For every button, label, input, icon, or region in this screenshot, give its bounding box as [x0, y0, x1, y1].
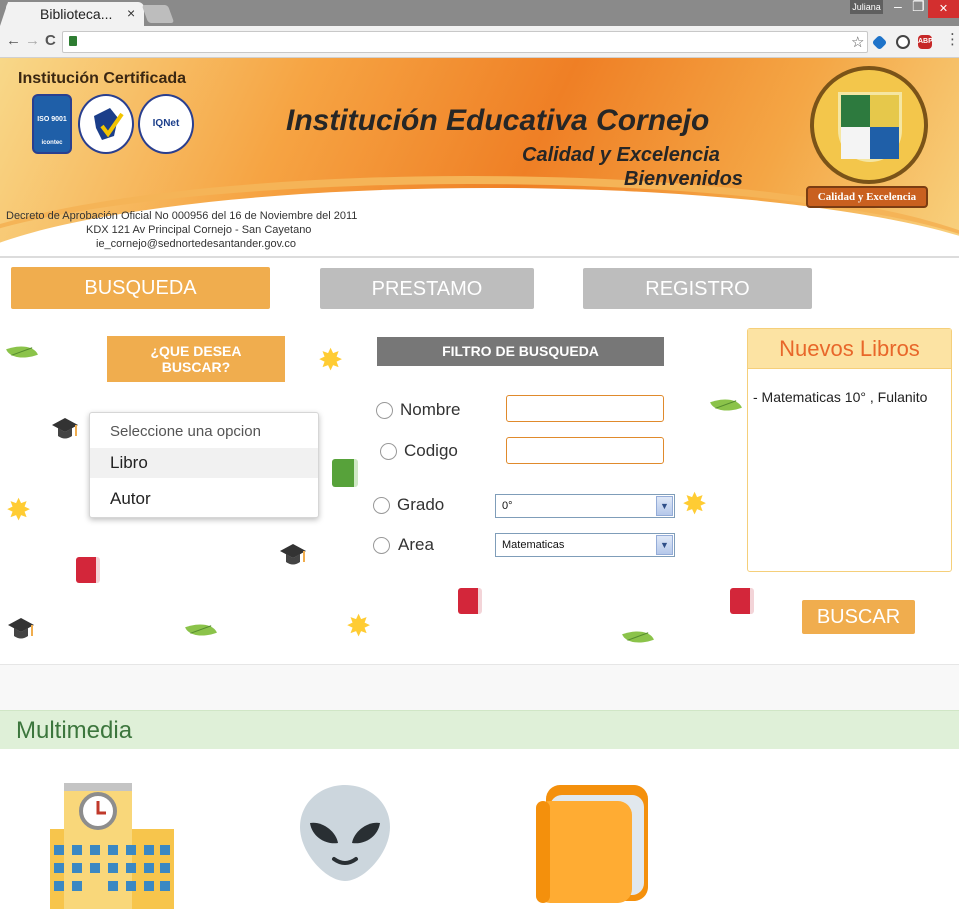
leaf-icon: [710, 392, 742, 418]
iqnet-logo-icon: IQNet: [138, 94, 194, 154]
crest-motto: Calidad y Excelencia: [806, 186, 928, 208]
star-icon: ✸: [6, 494, 32, 527]
new-books-panel: Nuevos Libros - Matematicas 10° , Fulani…: [747, 328, 952, 572]
dropdown-option-libro[interactable]: Libro: [90, 448, 318, 478]
list-item[interactable]: - Matematicas 10° , Fulanito: [753, 389, 927, 405]
multimedia-title: Multimedia: [16, 717, 133, 744]
buscar-button[interactable]: BUSCAR: [802, 600, 915, 634]
label-grado: Grado: [397, 495, 445, 514]
dropdown-option-autor[interactable]: Autor: [90, 484, 318, 514]
bookmark-star-icon[interactable]: ☆: [851, 33, 864, 51]
leaf-icon: [6, 339, 38, 365]
radio-codigo[interactable]: [380, 443, 397, 460]
forward-icon[interactable]: →: [25, 32, 40, 49]
decree-line: Decreto de Aprobación Oficial No 000956 …: [6, 210, 358, 222]
institution-name: Institución Educativa Cornejo: [286, 104, 710, 137]
browser-menu-icon[interactable]: ⋮: [945, 30, 959, 48]
institution-welcome: Bienvenidos: [624, 168, 743, 190]
user-profile-badge[interactable]: Juliana: [850, 0, 883, 14]
radio-grado[interactable]: [373, 497, 390, 514]
alien-icon[interactable]: [298, 783, 392, 883]
window-minimize-icon[interactable]: –: [894, 0, 902, 14]
school-building-icon[interactable]: [50, 783, 174, 909]
school-crest-icon: [810, 66, 928, 184]
institution-tagline: Calidad y Excelencia: [522, 144, 720, 166]
graduation-cap-icon: [8, 618, 34, 639]
red-book-icon: [458, 588, 482, 614]
multimedia-header: Multimedia: [0, 710, 959, 749]
tab-close-icon[interactable]: ×: [127, 5, 135, 21]
leaf-icon: [185, 617, 217, 643]
lock-icon: [69, 36, 77, 46]
leaf-icon: [622, 624, 654, 650]
browser-tab[interactable]: Biblioteca... ×: [0, 2, 144, 26]
graduation-cap-icon: [52, 418, 78, 439]
label-area: Area: [398, 535, 434, 554]
dropdown-placeholder: Seleccione una opcion: [110, 423, 261, 440]
nombre-input[interactable]: [506, 395, 664, 422]
email-line: ie_cornejo@sednortedesantander.gov.co: [96, 238, 296, 250]
que-desea-buscar-button[interactable]: ¿QUE DESEA BUSCAR?: [107, 336, 285, 382]
extension-diamond-icon[interactable]: [871, 34, 888, 51]
graduation-cap-icon: [280, 544, 306, 565]
red-book-icon: [730, 588, 754, 614]
browser-tab-bar: Biblioteca... × Juliana – ❐ ✕: [0, 0, 959, 26]
section-divider: [0, 664, 959, 710]
school-banner: Institución Certificada ISO 9001 icontec…: [0, 58, 959, 258]
orange-book-icon[interactable]: [536, 783, 650, 903]
multimedia-body: [0, 749, 959, 918]
red-book-icon: [76, 557, 100, 583]
star-icon: ✸: [318, 344, 344, 377]
grado-select[interactable]: 0° ▼: [495, 494, 675, 518]
back-icon[interactable]: ←: [6, 32, 21, 49]
new-books-title: Nuevos Libros: [748, 329, 951, 369]
radio-nombre[interactable]: [376, 402, 393, 419]
address-bar-row: ← → C ☆ ABP ⋮: [0, 26, 959, 58]
certified-label: Institución Certificada: [18, 70, 187, 87]
radio-area[interactable]: [373, 537, 390, 554]
star-icon: ✸: [346, 610, 372, 643]
chevron-down-icon[interactable]: ▼: [656, 496, 673, 516]
extension-sync-icon[interactable]: [896, 35, 910, 49]
green-book-icon: [332, 459, 358, 487]
url-input[interactable]: ☆: [62, 31, 868, 53]
registro-button[interactable]: REGISTRO: [583, 268, 812, 309]
window-close-icon[interactable]: ✕: [928, 0, 959, 18]
reload-icon[interactable]: C: [45, 32, 56, 49]
window-restore-icon[interactable]: ❐: [912, 0, 925, 15]
prestamo-button[interactable]: PRESTAMO: [320, 268, 534, 309]
tab-edge-icon: [0, 2, 14, 26]
iso-logo-icon: ISO 9001 icontec: [32, 94, 72, 154]
adblock-icon[interactable]: ABP: [918, 35, 933, 49]
filter-title: FILTRO DE BUSQUEDA: [377, 337, 664, 366]
search-type-dropdown[interactable]: Seleccione una opcion Libro Autor: [89, 412, 319, 518]
star-icon: ✸: [682, 488, 708, 521]
label-codigo: Codigo: [404, 441, 458, 460]
address-line: KDX 121 Av Principal Cornejo - San Cayet…: [86, 224, 312, 236]
busqueda-button[interactable]: BUSQUEDA: [11, 267, 270, 309]
codigo-input[interactable]: [506, 437, 664, 464]
tab-title: Biblioteca...: [40, 6, 113, 22]
colombia-seal-icon: [78, 94, 134, 154]
area-select[interactable]: Matematicas ▼: [495, 533, 675, 557]
label-nombre: Nombre: [400, 400, 461, 419]
chevron-down-icon[interactable]: ▼: [656, 535, 673, 555]
new-tab-button[interactable]: [141, 5, 175, 23]
